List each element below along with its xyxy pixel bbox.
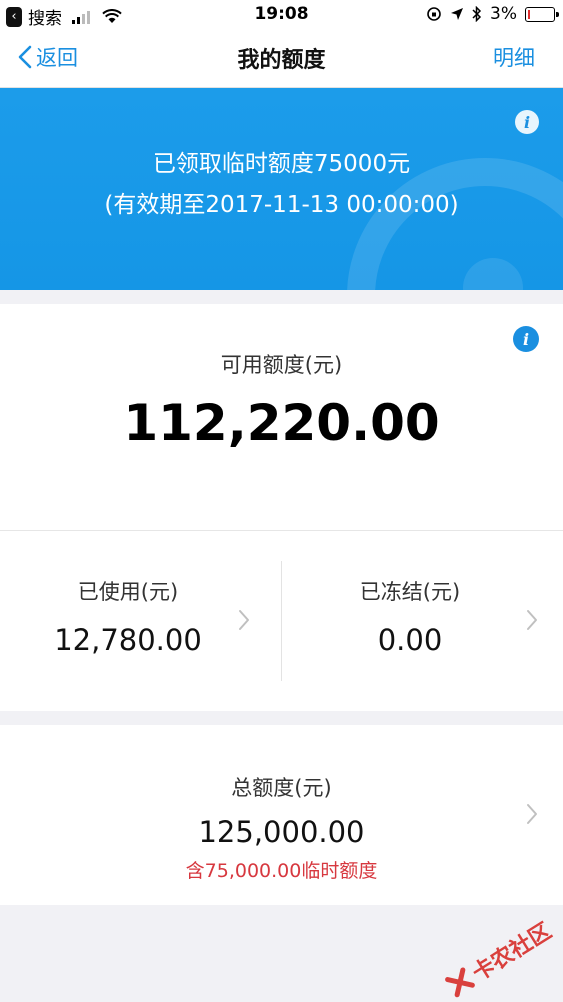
total-credit-label: 总额度(元) <box>231 776 332 800</box>
back-label: 返回 <box>36 46 78 70</box>
used-credit-amount: 12,780.00 <box>54 623 202 657</box>
frozen-credit-item[interactable]: 已冻结(元) 0.00 <box>282 531 563 711</box>
frozen-credit-label: 已冻结(元) <box>359 580 461 604</box>
available-credit-amount: 112,220.00 <box>123 394 440 452</box>
detail-button[interactable]: 明细 <box>493 42 535 72</box>
page-title: 我的额度 <box>237 48 326 73</box>
available-credit-card: i 可用额度(元) 112,220.00 <box>0 304 563 530</box>
watermark: 卡农社区 <box>441 914 556 1002</box>
total-credit-amount: 125,000.00 <box>198 815 365 849</box>
total-credit-item[interactable]: 总额度(元) 125,000.00 含75,000.00临时额度 <box>0 725 563 905</box>
navigation-bar: 返回 我的额度 明细 <box>0 30 563 88</box>
frozen-credit-amount: 0.00 <box>377 623 443 657</box>
banner-info-icon[interactable]: i <box>515 110 539 134</box>
status-bar: ‹ 搜索 19:08 3% <box>0 0 563 30</box>
used-credit-item[interactable]: 已使用(元) 12,780.00 <box>0 531 281 711</box>
location-arrow-icon <box>451 8 464 20</box>
chevron-right-icon <box>239 610 249 630</box>
back-button[interactable]: 返回 <box>18 42 78 72</box>
chevron-right-icon <box>527 804 537 824</box>
temporary-quota-note: 含75,000.00临时额度 <box>185 860 378 882</box>
banner-validity-text: (有效期至2017-11-13 00:00:00) <box>104 192 459 218</box>
chevron-left-icon <box>18 45 32 69</box>
banner-temp-quota-text: 已领取临时额度75000元 <box>152 151 411 177</box>
used-frozen-card: 已使用(元) 12,780.00 已冻结(元) 0.00 <box>0 530 563 711</box>
temporary-quota-banner: i 已领取临时额度75000元 (有效期至2017-11-13 00:00:00… <box>0 88 563 290</box>
available-credit-label: 可用额度(元) <box>220 353 343 377</box>
used-credit-label: 已使用(元) <box>77 580 179 604</box>
battery-icon <box>525 6 559 22</box>
chevron-right-icon <box>527 610 537 630</box>
watermark-text: 卡农社区 <box>468 918 557 987</box>
bluetooth-icon <box>472 6 482 22</box>
orientation-lock-icon <box>427 7 441 21</box>
battery-percent: 3% <box>490 4 517 24</box>
